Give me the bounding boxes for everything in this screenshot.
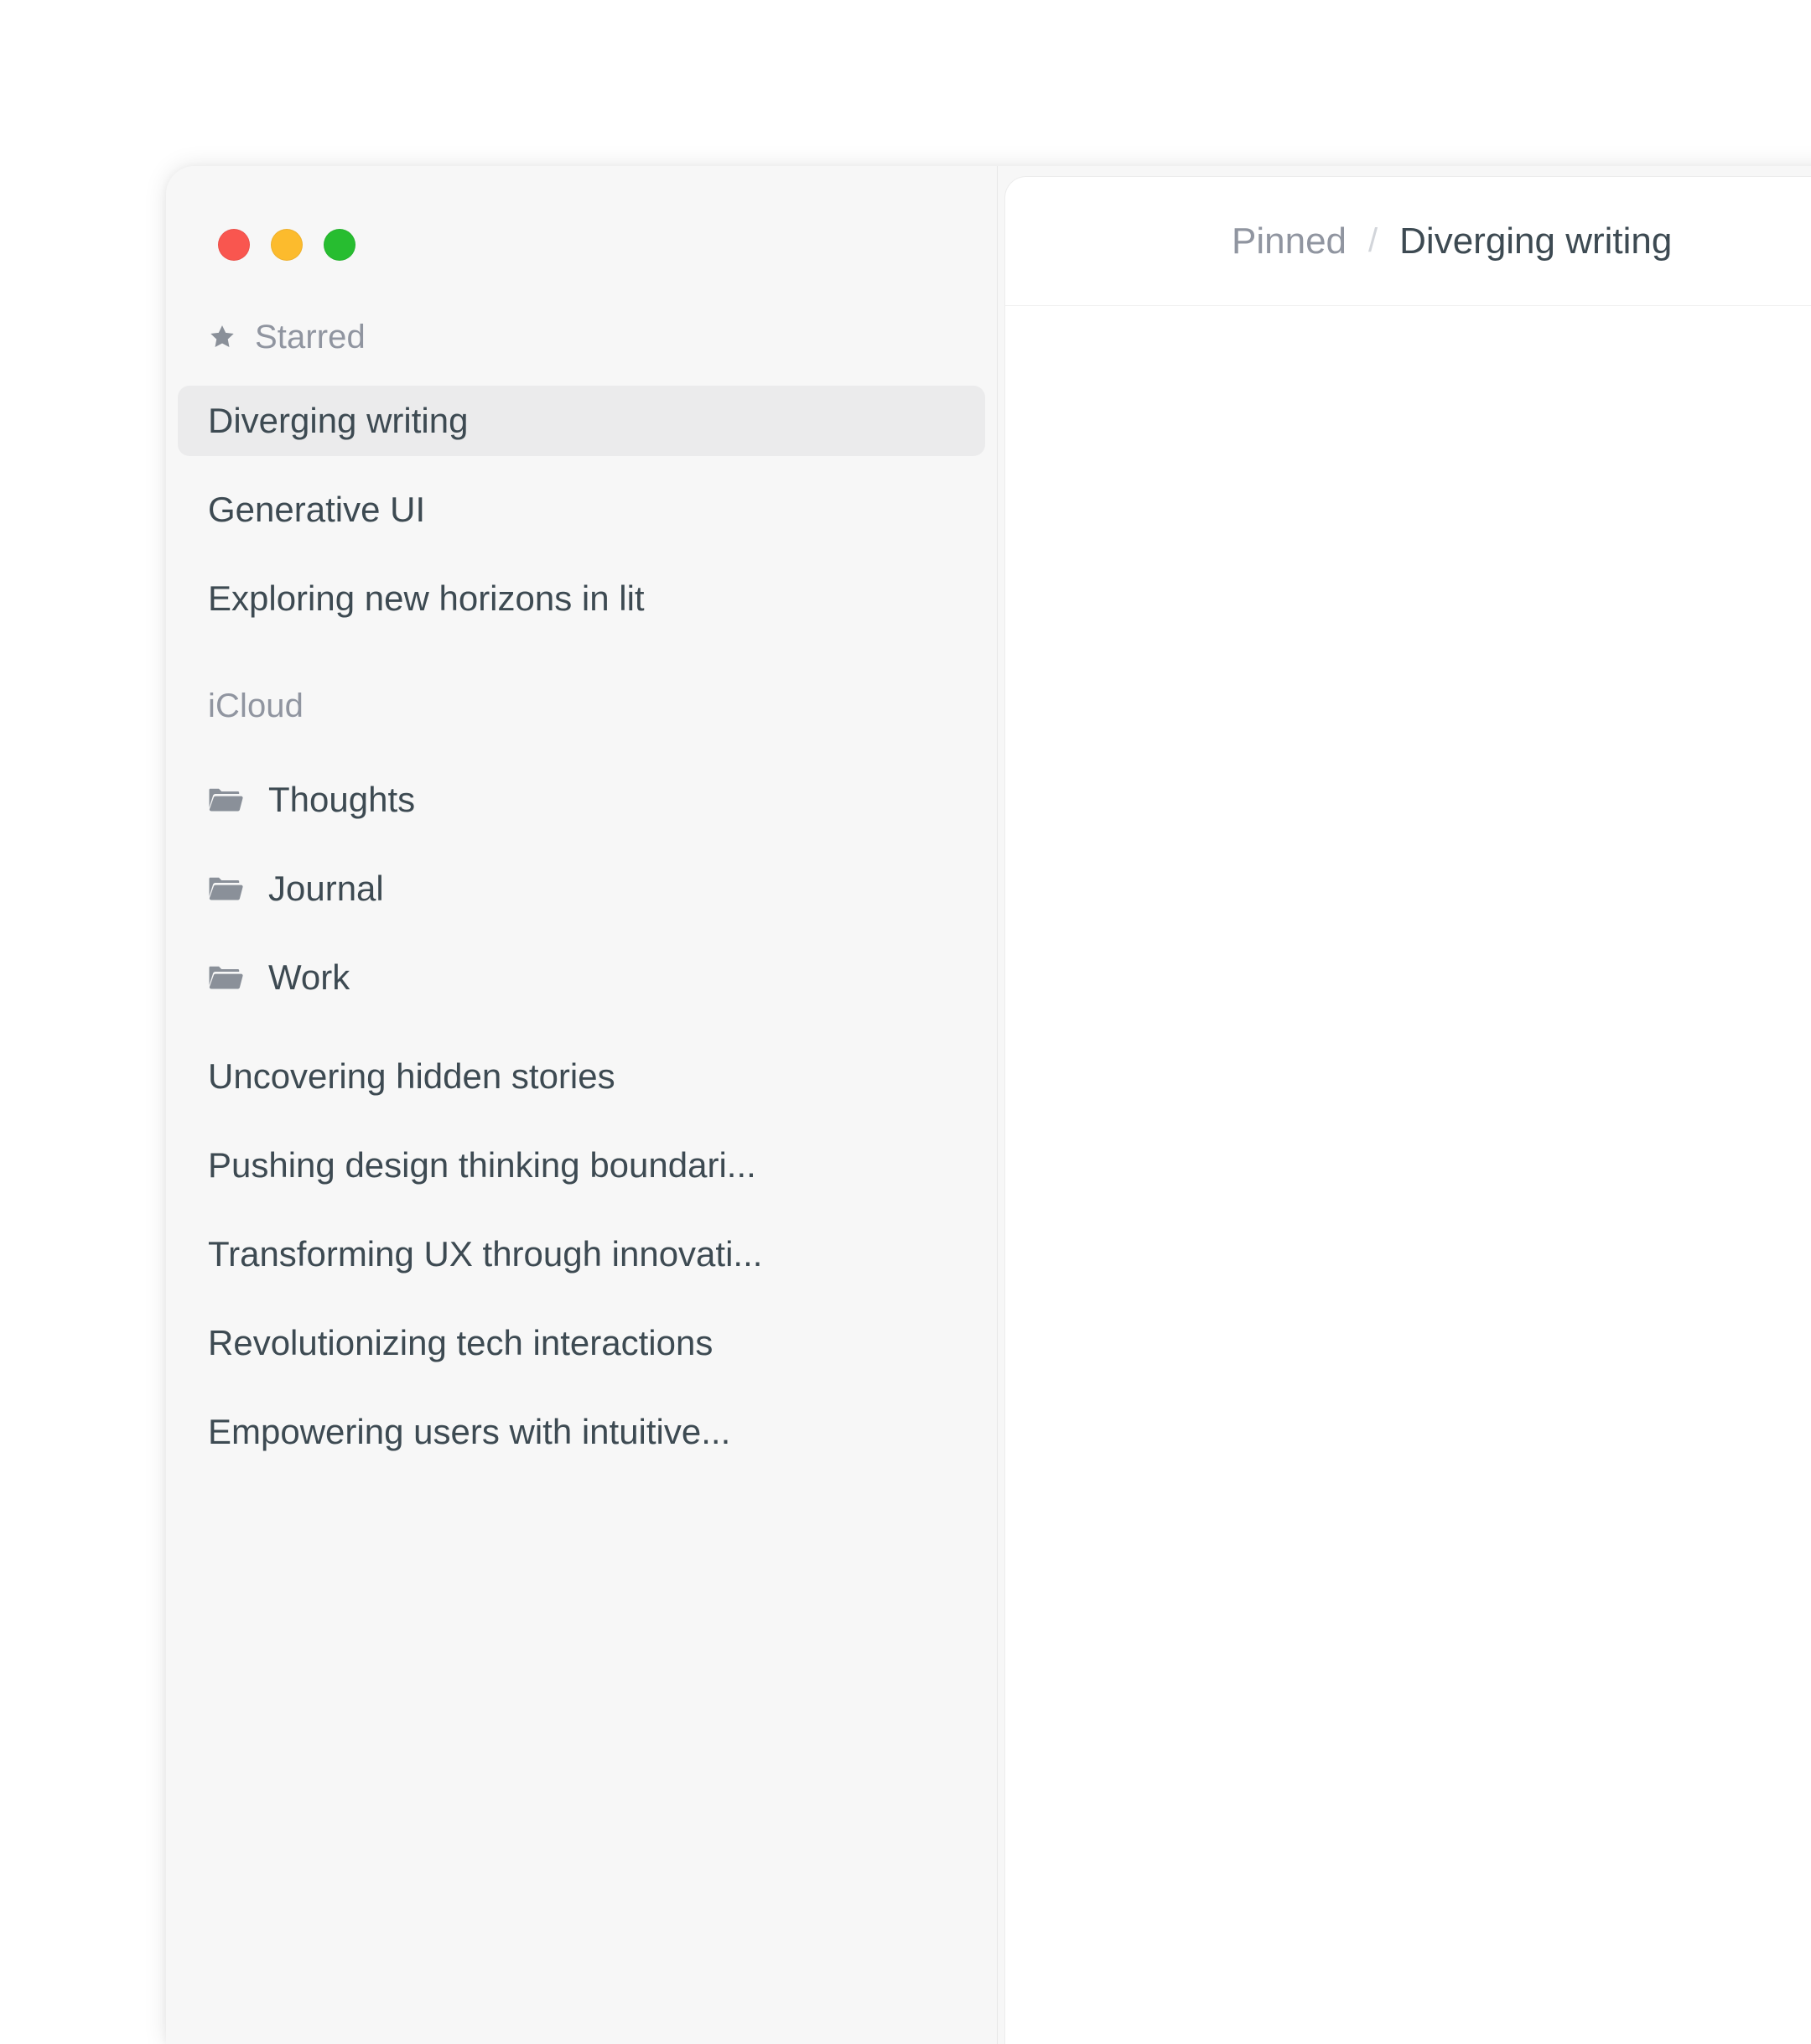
content-panel: Pinned / Diverging writing xyxy=(1004,176,1811,2044)
minimize-button[interactable] xyxy=(271,229,303,261)
sidebar-folder-label: Work xyxy=(268,957,350,997)
sidebar-scroll-area[interactable]: Starred Diverging writing Generative UI … xyxy=(166,307,997,2044)
sidebar-item-revolutionizing-tech-interactions[interactable]: Revolutionizing tech interactions xyxy=(178,1308,985,1378)
sidebar-folder-journal[interactable]: Journal xyxy=(178,853,985,924)
sidebar-section-starred: Starred xyxy=(201,307,962,367)
app-window: Starred Diverging writing Generative UI … xyxy=(166,166,1811,2044)
close-button[interactable] xyxy=(218,229,250,261)
folder-icon xyxy=(208,963,243,992)
sidebar-item-label: Transforming UX through innovati... xyxy=(208,1234,763,1274)
sidebar-section-label: Starred xyxy=(255,318,366,355)
sidebar-section-label: iCloud xyxy=(208,687,304,724)
folder-icon xyxy=(208,874,243,903)
sidebar-item-diverging-writing[interactable]: Diverging writing xyxy=(178,386,985,456)
breadcrumb-separator: / xyxy=(1368,222,1378,259)
sidebar-item-label: Diverging writing xyxy=(208,401,469,440)
sidebar-item-label: Generative UI xyxy=(208,490,426,529)
sidebar-item-generative-ui[interactable]: Generative UI xyxy=(178,475,985,545)
sidebar: Starred Diverging writing Generative UI … xyxy=(166,166,998,2044)
sidebar-item-label: Empowering users with intuitive... xyxy=(208,1412,731,1451)
sidebar-item-uncovering-hidden-stories[interactable]: Uncovering hidden stories xyxy=(178,1041,985,1112)
breadcrumb-parent[interactable]: Pinned xyxy=(1232,220,1347,262)
sidebar-folder-label: Journal xyxy=(268,869,384,908)
sidebar-item-label: Uncovering hidden stories xyxy=(208,1056,615,1096)
sidebar-item-label: Pushing design thinking boundari... xyxy=(208,1145,756,1185)
sidebar-folder-label: Thoughts xyxy=(268,780,416,819)
window-controls xyxy=(218,229,355,261)
sidebar-folder-thoughts[interactable]: Thoughts xyxy=(178,765,985,835)
sidebar-item-exploring-new-horizons[interactable]: Exploring new horizons in lit xyxy=(178,563,985,634)
document-editor-area[interactable] xyxy=(1005,307,1811,2044)
sidebar-item-transforming-ux[interactable]: Transforming UX through innovati... xyxy=(178,1219,985,1289)
sidebar-item-label: Exploring new horizons in lit xyxy=(208,578,645,618)
sidebar-folder-work[interactable]: Work xyxy=(178,942,985,1013)
star-icon xyxy=(208,323,236,351)
folder-icon xyxy=(208,786,243,814)
breadcrumb: Pinned / Diverging writing xyxy=(1005,177,1811,306)
sidebar-item-partial[interactable] xyxy=(178,1486,985,1556)
sidebar-item-pushing-design-thinking[interactable]: Pushing design thinking boundari... xyxy=(178,1130,985,1201)
sidebar-section-icloud: iCloud xyxy=(201,676,962,736)
sidebar-item-empowering-users[interactable]: Empowering users with intuitive... xyxy=(178,1397,985,1467)
maximize-button[interactable] xyxy=(324,229,355,261)
sidebar-item-label: Revolutionizing tech interactions xyxy=(208,1323,714,1362)
breadcrumb-current: Diverging writing xyxy=(1399,220,1673,262)
